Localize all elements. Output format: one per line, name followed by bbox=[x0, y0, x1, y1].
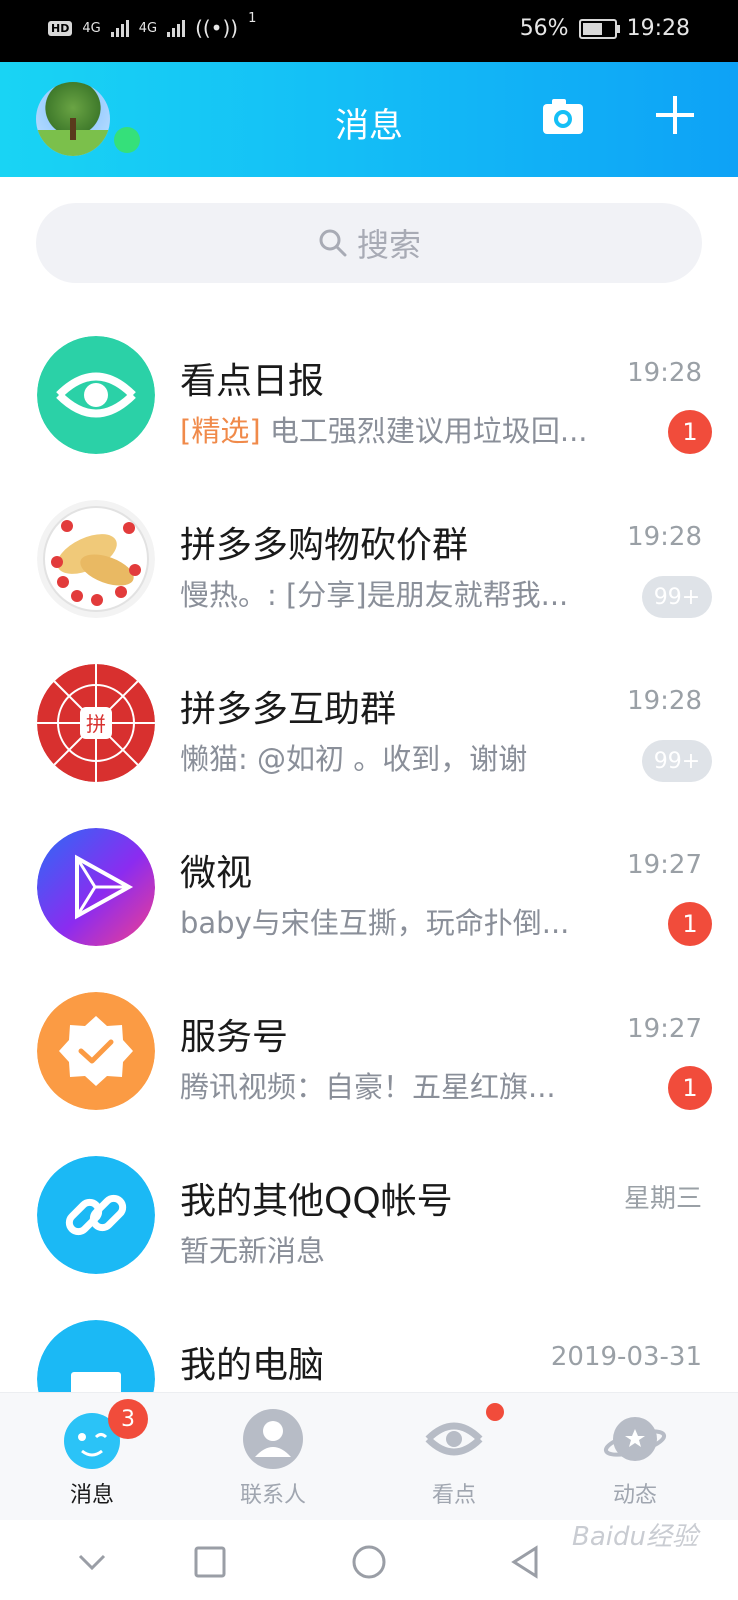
contacts-icon bbox=[241, 1407, 305, 1471]
conversation-name: 拼多多购物砍价群 bbox=[180, 525, 469, 566]
triangle-back-icon bbox=[511, 1545, 538, 1579]
hotspot-count: 1 bbox=[248, 10, 257, 26]
hotspot-icon: ((•)) bbox=[195, 16, 239, 40]
home-button[interactable] bbox=[349, 1542, 389, 1582]
conversation-time: 2019-03-31 bbox=[550, 1342, 702, 1372]
preview-tag: [精选] bbox=[180, 414, 261, 448]
conversation-row[interactable]: 服务号 19:27 腾讯视频：自豪！五星红旗... 1 bbox=[0, 966, 738, 1130]
conversation-row[interactable]: 拼 拼多多互助群 19:28 懒猫: @如初 。收到，谢谢 99+ bbox=[0, 638, 738, 802]
battery-percent: 56% bbox=[519, 16, 569, 41]
status-bar: HD 4G 4G ((•)) 1 56% 19:28 bbox=[0, 0, 738, 62]
status-left: HD 4G 4G ((•)) 1 bbox=[48, 11, 256, 40]
tab-label: 看点 bbox=[431, 1483, 476, 1508]
unread-badge: 1 bbox=[668, 1066, 712, 1110]
conversation-preview: [精选] 电工强烈建议用垃圾回... bbox=[180, 408, 620, 450]
add-button[interactable] bbox=[652, 92, 698, 138]
food-avatar bbox=[37, 500, 155, 618]
conversation-time: 星期三 bbox=[623, 1184, 702, 1214]
app-header: 消息 bbox=[0, 62, 738, 177]
network-type-2: 4G bbox=[138, 20, 158, 36]
camera-icon bbox=[543, 99, 583, 134]
status-right: 56% 19:28 bbox=[520, 16, 690, 41]
conversation-preview: baby与宋佳互撕，玩命扑倒... bbox=[180, 906, 570, 940]
service-check-icon bbox=[37, 992, 155, 1110]
bottom-tab-bar: 消息 3 联系人 看点 动态 bbox=[0, 1392, 738, 1521]
conversation-preview: 慢热。: [分享]是朋友就帮我... bbox=[180, 578, 569, 612]
conversation-preview: 腾讯视频：自豪！五星红旗... bbox=[180, 1070, 556, 1104]
search-icon bbox=[319, 229, 347, 257]
svg-text:拼: 拼 bbox=[86, 712, 106, 736]
conversation-row[interactable]: 微视 19:27 baby与宋佳互撕，玩命扑倒... 1 bbox=[0, 802, 738, 966]
circle-icon bbox=[352, 1545, 386, 1579]
conversation-name: 看点日报 bbox=[180, 361, 325, 402]
tab-label: 消息 bbox=[69, 1483, 114, 1508]
back-button[interactable] bbox=[506, 1542, 546, 1582]
tab-kandian[interactable]: 看点 bbox=[394, 1407, 514, 1509]
conversation-row[interactable]: 我的其他QQ帐号 星期三 暂无新消息 bbox=[0, 1130, 738, 1294]
battery-icon bbox=[578, 18, 620, 39]
watermark: Baidu经验 bbox=[572, 1522, 698, 1552]
conversation-time: 19:28 bbox=[627, 358, 702, 388]
conversation-name: 我的其他QQ帐号 bbox=[180, 1181, 453, 1222]
conversation-time: 19:28 bbox=[627, 522, 702, 552]
conversation-name: 微视 bbox=[180, 853, 253, 894]
unread-badge: 1 bbox=[668, 902, 712, 946]
preview-text: 电工强烈建议用垃圾回... bbox=[260, 414, 588, 448]
conversation-preview: 暂无新消息 bbox=[180, 1234, 326, 1268]
chevron-down-icon bbox=[78, 1554, 106, 1571]
tab-contacts[interactable]: 联系人 bbox=[213, 1407, 333, 1509]
tab-label: 联系人 bbox=[239, 1483, 306, 1508]
hd-icon: HD bbox=[48, 20, 73, 36]
signal-icon-2 bbox=[167, 19, 186, 37]
search-placeholder: 搜索 bbox=[356, 226, 421, 264]
page-title: 消息 bbox=[335, 106, 403, 146]
conversation-preview: 懒猫: @如初 。收到，谢谢 bbox=[180, 742, 528, 776]
planet-icon bbox=[603, 1407, 667, 1471]
search-input[interactable]: 搜索 bbox=[36, 203, 702, 283]
conversation-time: 19:27 bbox=[627, 1014, 702, 1044]
conversation-name: 拼多多互助群 bbox=[180, 689, 397, 730]
network-type-1: 4G bbox=[82, 20, 101, 36]
unread-badge: 1 bbox=[668, 410, 712, 454]
collapse-button[interactable] bbox=[72, 1542, 112, 1582]
unread-badge: 99+ bbox=[642, 576, 712, 618]
recents-button[interactable] bbox=[190, 1542, 230, 1582]
tab-moments[interactable]: 动态 bbox=[575, 1407, 695, 1509]
camera-button[interactable] bbox=[540, 94, 586, 140]
pinduoduo-logo: 拼 bbox=[37, 664, 155, 782]
unread-badge: 99+ bbox=[642, 740, 712, 782]
signal-icon bbox=[110, 19, 129, 37]
conversation-name: 服务号 bbox=[180, 1017, 289, 1058]
conversation-time: 19:28 bbox=[627, 686, 702, 716]
link-icon bbox=[37, 1156, 155, 1274]
square-icon bbox=[194, 1546, 226, 1578]
weishi-play-icon bbox=[37, 828, 155, 946]
conversation-time: 19:27 bbox=[627, 850, 702, 880]
kandian-eye-icon bbox=[37, 336, 155, 454]
kandian-tab-icon bbox=[422, 1407, 486, 1471]
clock: 19:28 bbox=[626, 16, 690, 41]
conversation-name: 我的电脑 bbox=[180, 1345, 325, 1386]
tab-label: 动态 bbox=[612, 1483, 657, 1508]
conversation-row[interactable]: 拼多多购物砍价群 19:28 慢热。: [分享]是朋友就帮我... 99+ bbox=[0, 474, 738, 638]
kandian-notification-dot bbox=[486, 1403, 504, 1421]
conversation-row[interactable]: 看点日报 19:28 [精选] 电工强烈建议用垃圾回... 1 bbox=[0, 310, 738, 474]
messages-tab-badge: 3 bbox=[108, 1399, 148, 1439]
plus-icon bbox=[656, 96, 694, 134]
